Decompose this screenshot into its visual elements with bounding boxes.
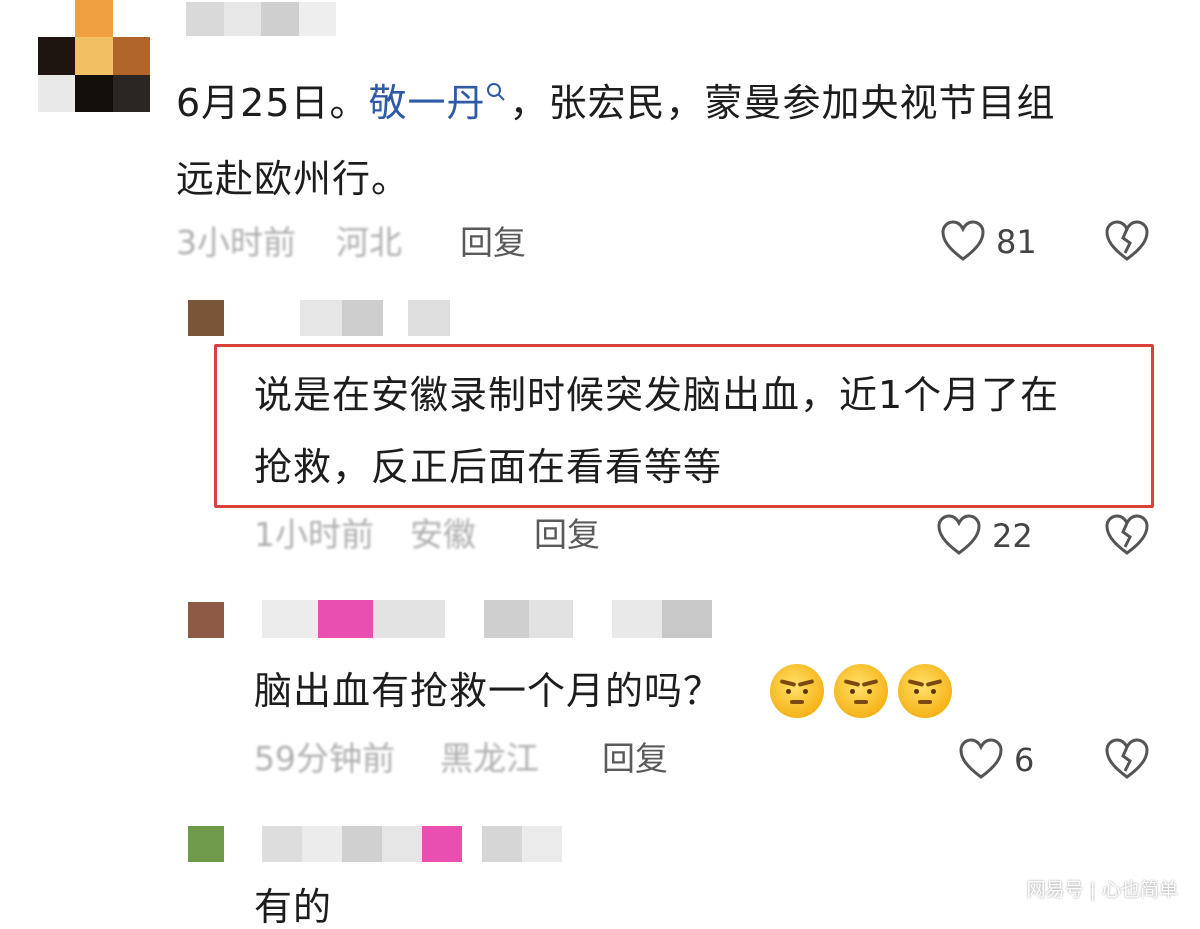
broken-heart-icon[interactable] <box>1104 220 1150 262</box>
avatar-comment-4[interactable] <box>188 826 224 862</box>
comment-2-text-line2: 抢救，反正后面在看看等等 <box>254 445 723 489</box>
comment-1-text-line1: 6月25日。敬一丹 ，张宏民，蒙曼参加央视节目组 <box>176 81 1056 125</box>
comment-2-text-line1: 说是在安徽录制时候突发脑出血，近1个月了在 <box>254 373 1060 417</box>
heart-outline-icon[interactable] <box>940 220 986 262</box>
username-blurred-1 <box>186 2 336 36</box>
like-count-2: 22 <box>992 517 1033 555</box>
frowning-face-emoji <box>834 664 888 718</box>
watermark: 网易号 | 心也简单 <box>1026 879 1178 901</box>
like-count-3: 6 <box>1014 741 1035 779</box>
comment-2-location: 安徽 <box>410 515 476 554</box>
comment-3-location: 黑龙江 <box>440 739 539 778</box>
comment-2-time: 1小时前 <box>254 515 374 554</box>
avatar-comment-1[interactable] <box>38 0 150 112</box>
search-icon[interactable] <box>486 82 506 102</box>
comment-3-text: 脑出血有抢救一个月的吗？ <box>254 669 723 713</box>
heart-outline-icon[interactable] <box>936 514 982 556</box>
comment-1-time: 3小时前 <box>176 223 296 262</box>
heart-outline-icon[interactable] <box>958 738 1004 780</box>
broken-heart-icon[interactable] <box>1104 738 1150 780</box>
comment-4-text: 有的 <box>254 885 333 929</box>
like-count-1: 81 <box>996 223 1037 261</box>
reply-button-2[interactable]: 回复 <box>534 518 600 551</box>
broken-heart-icon[interactable] <box>1104 514 1150 556</box>
frowning-face-emoji <box>898 664 952 718</box>
avatar-comment-3[interactable] <box>188 602 224 638</box>
comment-1-location: 河北 <box>336 223 402 262</box>
username-blurred-4 <box>262 826 562 862</box>
username-blurred-2 <box>300 300 450 336</box>
reply-button-1[interactable]: 回复 <box>460 226 526 259</box>
mention-link[interactable]: 敬一丹 <box>369 81 486 125</box>
reply-button-3[interactable]: 回复 <box>602 742 668 775</box>
comment-1-text-line2: 远赴欧州行。 <box>176 157 411 201</box>
frowning-face-emoji <box>770 664 824 718</box>
comment-3-time: 59分钟前 <box>254 739 395 778</box>
username-blurred-3 <box>262 600 712 638</box>
avatar-comment-2[interactable] <box>188 300 224 336</box>
